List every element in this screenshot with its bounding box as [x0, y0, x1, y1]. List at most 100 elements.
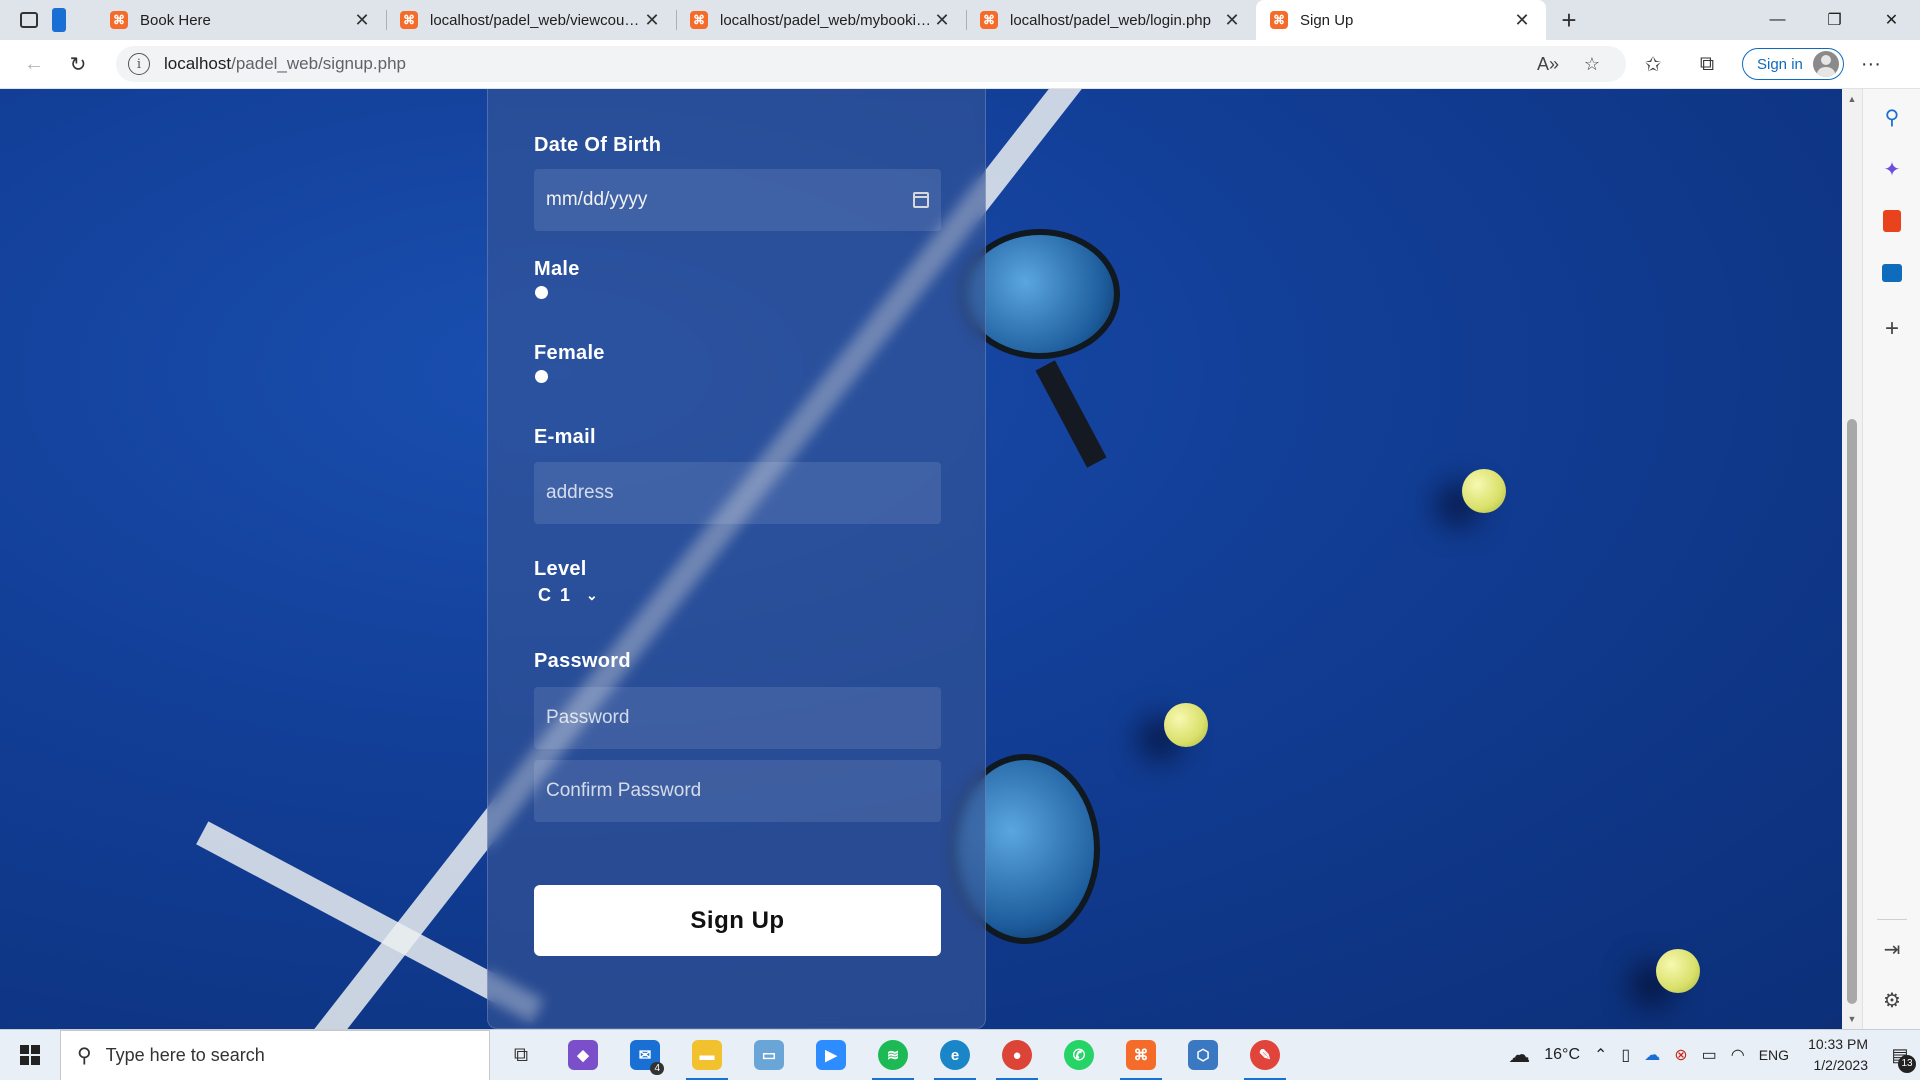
add-favorite-icon[interactable]: ☆ — [1570, 54, 1614, 75]
tab-close-icon[interactable]: ✕ — [642, 10, 662, 31]
edge-sidebar: ⚲ ✦ + ⇥ ⚙ — [1862, 89, 1920, 1029]
spotify-icon[interactable]: ≋ — [862, 1030, 924, 1080]
this-pc-icon[interactable]: ▭ — [738, 1030, 800, 1080]
tab-book-here[interactable]: ⌘ Book Here ✕ — [96, 0, 386, 40]
tab-login[interactable]: ⌘ localhost/padel_web/login.php ✕ — [966, 0, 1256, 40]
female-label: Female — [534, 342, 605, 364]
password-label: Password — [534, 650, 631, 672]
tab-close-icon[interactable]: ✕ — [1222, 10, 1242, 31]
tab-actions — [0, 0, 96, 40]
copilot-icon[interactable]: ✦ — [1863, 149, 1920, 189]
task-view-icon[interactable]: ⧉ — [490, 1030, 552, 1080]
edge-icon[interactable]: e — [924, 1030, 986, 1080]
sign-in-button[interactable]: Sign in — [1742, 48, 1844, 80]
address-bar[interactable]: i localhost/padel_web/signup.php A» ☆ — [116, 46, 1626, 82]
female-radio[interactable] — [535, 370, 548, 383]
tab-actions-menu-icon[interactable] — [20, 12, 38, 28]
weather-icon[interactable]: ☁ — [1501, 1042, 1537, 1068]
password-input[interactable]: Password — [534, 687, 941, 749]
url-text[interactable]: localhost/padel_web/signup.php — [164, 54, 1526, 74]
visual-studio-icon[interactable]: ◆ — [552, 1030, 614, 1080]
windows-taskbar: ⚲ Type here to search ⧉ ◆ ✉ 4 ▬ ▭ ▶ ≋ e ●… — [0, 1029, 1920, 1080]
calendar-icon[interactable] — [913, 192, 929, 208]
male-radio[interactable] — [535, 286, 548, 299]
confirm-password-input[interactable]: Confirm Password — [534, 760, 941, 822]
taskbar-search-box[interactable]: ⚲ Type here to search — [60, 1029, 490, 1080]
read-aloud-icon[interactable]: A» — [1526, 54, 1570, 75]
level-label: Level — [534, 558, 587, 580]
clock[interactable]: 10:33 PM 1/2/2023 — [1796, 1034, 1880, 1076]
battery-icon[interactable]: ▭ — [1695, 1045, 1724, 1065]
settings-gear-icon[interactable]: ⚙ — [1863, 980, 1920, 1020]
back-arrow-icon[interactable]: ← — [12, 46, 56, 82]
outlook-icon[interactable] — [1863, 253, 1920, 293]
zoom-icon[interactable]: ▶ — [800, 1030, 862, 1080]
file-explorer-icon[interactable]: ▬ — [676, 1030, 738, 1080]
virtualbox-icon[interactable]: ⬡ — [1172, 1030, 1234, 1080]
mail-icon[interactable]: ✉ 4 — [614, 1030, 676, 1080]
clock-date: 1/2/2023 — [1813, 1057, 1869, 1073]
notifications-icon[interactable]: ▤ 13 — [1880, 1030, 1920, 1080]
chrome-icon[interactable]: ● — [986, 1030, 1048, 1080]
close-window-icon[interactable]: ✕ — [1863, 0, 1920, 40]
add-sidebar-app-icon[interactable]: + — [1863, 309, 1920, 349]
sign-up-button[interactable]: Sign Up — [534, 885, 941, 956]
email-label: E-mail — [534, 426, 596, 448]
more-options-icon[interactable]: ··· — [1844, 53, 1898, 76]
tab-close-icon[interactable]: ✕ — [1512, 10, 1532, 31]
search-icon: ⚲ — [77, 1044, 92, 1067]
start-button[interactable] — [0, 1030, 60, 1080]
restore-icon[interactable]: ❐ — [1806, 0, 1863, 40]
tab-mybookings[interactable]: ⌘ localhost/padel_web/mybookings.php ✕ — [676, 0, 966, 40]
vertical-tabs-icon[interactable] — [52, 8, 66, 32]
refresh-icon[interactable]: ↻ — [56, 46, 100, 82]
tennis-ball — [1462, 469, 1506, 513]
tab-strip: ⌘ Book Here ✕ ⌘ localhost/padel_web/view… — [0, 0, 1920, 40]
scroll-up-icon[interactable]: ▲ — [1842, 89, 1862, 109]
collections-icon[interactable]: ⧉ — [1680, 53, 1734, 76]
minimize-icon[interactable]: — — [1749, 0, 1806, 40]
xampp-favicon-icon: ⌘ — [400, 11, 418, 29]
tab-close-icon[interactable]: ✕ — [932, 10, 952, 31]
language-indicator[interactable]: ENG — [1752, 1047, 1796, 1063]
weather-temp[interactable]: 16°C — [1537, 1046, 1587, 1064]
mail-badge: 4 — [650, 1061, 664, 1075]
paint-icon[interactable]: ✎ — [1234, 1030, 1296, 1080]
level-select[interactable]: C 1 ⌄ — [538, 585, 598, 606]
notification-badge: 13 — [1898, 1054, 1916, 1073]
windows-logo-icon — [20, 1045, 40, 1065]
scroll-down-icon[interactable]: ▼ — [1842, 1009, 1862, 1029]
new-tab-button[interactable]: + — [1546, 0, 1592, 40]
page-scrollbar[interactable]: ▲ ▼ — [1842, 89, 1862, 1029]
dob-input[interactable]: mm/dd/yyyy — [534, 169, 941, 231]
avatar — [1812, 51, 1839, 77]
site-info-icon[interactable]: i — [128, 53, 150, 75]
xampp-icon[interactable]: ⌘ — [1110, 1030, 1172, 1080]
racket-handle — [1035, 360, 1107, 468]
page-viewport: Date Of Birth mm/dd/yyyy Male Female E-m… — [0, 89, 1842, 1029]
email-input[interactable]: address — [534, 462, 941, 524]
sync-error-icon[interactable]: ⊗ — [1667, 1045, 1694, 1065]
show-hidden-icons-icon[interactable]: ⌃ — [1587, 1045, 1614, 1065]
xampp-favicon-icon: ⌘ — [110, 11, 128, 29]
xampp-favicon-icon: ⌘ — [1270, 11, 1288, 29]
tab-title: Book Here — [140, 11, 211, 29]
hide-sidebar-icon[interactable]: ⇥ — [1863, 929, 1920, 969]
tennis-ball — [1656, 949, 1700, 993]
signup-card: Date Of Birth mm/dd/yyyy Male Female E-m… — [487, 89, 986, 1029]
device-icon[interactable]: ▯ — [1614, 1045, 1637, 1065]
male-label: Male — [534, 258, 580, 280]
tab-close-icon[interactable]: ✕ — [352, 10, 372, 31]
tab-viewcourt[interactable]: ⌘ localhost/padel_web/viewcourt.php ✕ — [386, 0, 676, 40]
wifi-icon[interactable]: ◠ — [1724, 1045, 1752, 1065]
favorites-icon[interactable]: ✩ — [1626, 52, 1680, 77]
search-icon[interactable]: ⚲ — [1863, 97, 1920, 137]
onedrive-icon[interactable]: ☁ — [1637, 1045, 1667, 1065]
tab-title: localhost/padel_web/mybookings.php — [720, 11, 932, 29]
tab-sign-up[interactable]: ⌘ Sign Up ✕ — [1256, 0, 1546, 40]
whatsapp-icon[interactable]: ✆ — [1048, 1030, 1110, 1080]
office-icon[interactable] — [1863, 201, 1920, 241]
xampp-favicon-icon: ⌘ — [980, 11, 998, 29]
scrollbar-thumb[interactable] — [1847, 419, 1857, 1004]
tab-title: localhost/padel_web/login.php — [1010, 11, 1211, 29]
